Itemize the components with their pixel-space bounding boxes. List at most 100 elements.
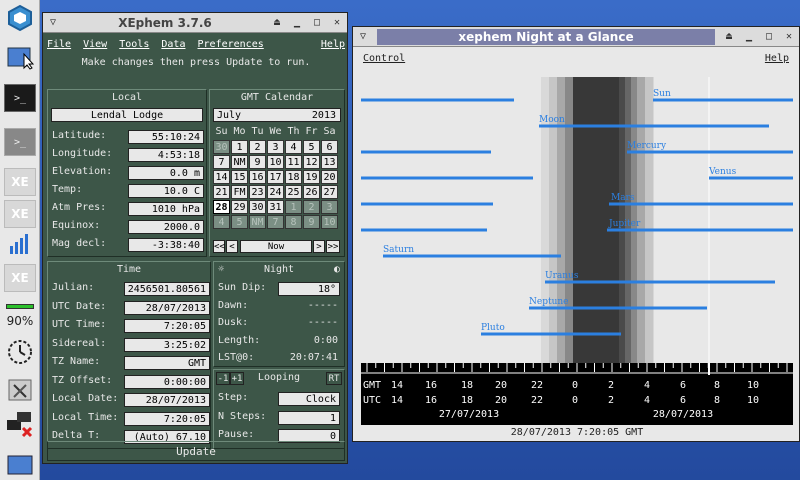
menu-file[interactable]: File	[47, 39, 71, 50]
calendar-day[interactable]: 3	[321, 200, 338, 214]
xephem-taskbar-icon-2[interactable]: XE	[4, 200, 36, 228]
calendar-day[interactable]: 9	[249, 155, 266, 169]
clock-icon[interactable]	[4, 338, 36, 366]
calendar-day[interactable]: 4	[213, 215, 230, 229]
calendar-day[interactable]: 14	[213, 170, 230, 184]
calendar-day[interactable]: 7	[267, 215, 284, 229]
main-titlebar[interactable]: ▽ XEphem 3.7.6 ⏏ ▁ □ ✕	[43, 13, 347, 33]
time-value-field[interactable]: 3:25:02	[124, 337, 210, 352]
glance-maximize-icon[interactable]: □	[761, 30, 777, 44]
calendar-day[interactable]: 1	[231, 140, 248, 154]
calendar-day[interactable]: 8	[285, 215, 302, 229]
settings-tools-icon[interactable]	[4, 376, 36, 404]
local-value-field[interactable]: 4:53:18	[128, 148, 204, 162]
calendar-day[interactable]: 21	[213, 185, 230, 199]
month-year-field[interactable]: July 2013	[213, 108, 341, 122]
calendar-day[interactable]: 13	[321, 155, 338, 169]
time-value-field[interactable]: 28/07/2013	[124, 393, 210, 407]
calendar-day[interactable]: 29	[231, 200, 248, 214]
terminal-icon[interactable]: >_	[4, 84, 36, 112]
glance-menu-help[interactable]: Help	[765, 53, 789, 64]
realtime-button[interactable]: RT	[326, 372, 342, 385]
calendar-day[interactable]: 28	[213, 200, 230, 214]
local-value-field[interactable]: 10.0 C	[128, 184, 204, 198]
calendar-day[interactable]: 10	[267, 155, 284, 169]
calendar-day[interactable]: FM	[231, 185, 248, 199]
show-desktop-icon[interactable]	[4, 450, 36, 478]
wifi-icon[interactable]	[4, 228, 36, 256]
looping-value-field[interactable]: 1	[278, 410, 340, 425]
menu-tools[interactable]: Tools	[119, 39, 149, 50]
now-button[interactable]: Now	[240, 240, 312, 253]
calendar-day[interactable]: 16	[249, 170, 266, 184]
glance-minimize-icon[interactable]: ▁	[741, 30, 757, 44]
window-pointer-icon[interactable]	[4, 44, 36, 72]
menu-data[interactable]: Data	[161, 39, 185, 50]
calendar-day[interactable]: NM	[231, 155, 248, 169]
maximize-icon[interactable]: □	[309, 16, 325, 30]
calendar-day[interactable]: 27	[321, 185, 338, 199]
calendar-day[interactable]: 24	[267, 185, 284, 199]
next-month-button[interactable]: >	[313, 240, 325, 253]
minimize-icon[interactable]: ▁	[289, 16, 305, 30]
glance-close-icon[interactable]: ✕	[781, 30, 797, 44]
calendar-day[interactable]: 2	[303, 200, 320, 214]
calendar-day[interactable]: 9	[303, 215, 320, 229]
calendar-day[interactable]: 7	[213, 155, 230, 169]
time-value-field[interactable]: 28/07/2013	[124, 300, 210, 315]
calendar-day[interactable]: 6	[321, 140, 338, 154]
local-value-field[interactable]: 1010 hPa	[128, 202, 204, 216]
xephem-taskbar-icon-1[interactable]: XE	[4, 168, 36, 196]
calendar-day[interactable]: 5	[231, 215, 248, 229]
calendar-day[interactable]: 30	[213, 140, 230, 154]
calendar-day[interactable]: 3	[267, 140, 284, 154]
glance-titlebar[interactable]: ▽ xephem Night at a Glance ⏏ ▁ □ ✕	[353, 27, 799, 47]
calendar-day[interactable]: 11	[285, 155, 302, 169]
calendar-day[interactable]: 2	[249, 140, 266, 154]
calendar-day[interactable]: 17	[267, 170, 284, 184]
calendar-day[interactable]: 20	[321, 170, 338, 184]
window-menu-icon[interactable]: ▽	[45, 16, 61, 30]
calendar-day[interactable]: 5	[303, 140, 320, 154]
menu-view[interactable]: View	[83, 39, 107, 50]
calendar-day[interactable]: 30	[249, 200, 266, 214]
calendar-day[interactable]: 26	[303, 185, 320, 199]
time-value-field[interactable]: 7:20:05	[124, 411, 210, 426]
next-year-button[interactable]: >>	[326, 240, 340, 253]
calendar-day[interactable]: 10	[321, 215, 338, 229]
virtualbox-icon[interactable]	[4, 4, 36, 32]
shade-icon[interactable]: ⏏	[269, 16, 285, 30]
calendar-day[interactable]: 12	[303, 155, 320, 169]
network-disconnected-icon[interactable]	[4, 410, 36, 438]
local-value-field[interactable]: 55:10:24	[128, 130, 204, 144]
looping-value-field[interactable]: Clock	[278, 392, 340, 406]
calendar-day[interactable]: 1	[285, 200, 302, 214]
local-value-field[interactable]: 2000.0	[128, 220, 204, 234]
calendar-day[interactable]: 31	[267, 200, 284, 214]
calendar-day[interactable]: 19	[303, 170, 320, 184]
close-icon[interactable]: ✕	[329, 16, 345, 30]
prev-year-button[interactable]: <<	[213, 240, 225, 253]
calendar-day[interactable]: 4	[285, 140, 302, 154]
time-value-field[interactable]: 2456501.80561	[124, 282, 210, 296]
site-name-button[interactable]: Lendal Lodge	[51, 108, 203, 122]
sun-dip-field[interactable]: 18°	[278, 282, 340, 296]
glance-window-menu-icon[interactable]: ▽	[355, 30, 371, 44]
prev-month-button[interactable]: <	[226, 240, 238, 253]
calendar-day[interactable]: 15	[231, 170, 248, 184]
calendar-day[interactable]: 25	[285, 185, 302, 199]
calendar-day[interactable]: NM	[249, 215, 266, 229]
calendar-day[interactable]: 23	[249, 185, 266, 199]
xephem-taskbar-icon-3[interactable]: XE	[4, 264, 36, 292]
glance-shade-icon[interactable]: ⏏	[721, 30, 737, 44]
time-value-field[interactable]: 7:20:05	[124, 319, 210, 333]
terminal-inactive-icon[interactable]: >_	[4, 128, 36, 156]
local-value-field[interactable]: 0.0 m	[128, 166, 204, 180]
time-value-field[interactable]: 0:00:00	[124, 374, 210, 389]
local-value-field[interactable]: -3:38:40	[128, 238, 204, 252]
calendar-day[interactable]: 18	[285, 170, 302, 184]
menu-control[interactable]: Control	[363, 53, 405, 64]
update-button[interactable]: Update	[47, 441, 345, 461]
time-value-field[interactable]: GMT	[124, 356, 210, 370]
menu-preferences[interactable]: Preferences	[198, 39, 264, 50]
